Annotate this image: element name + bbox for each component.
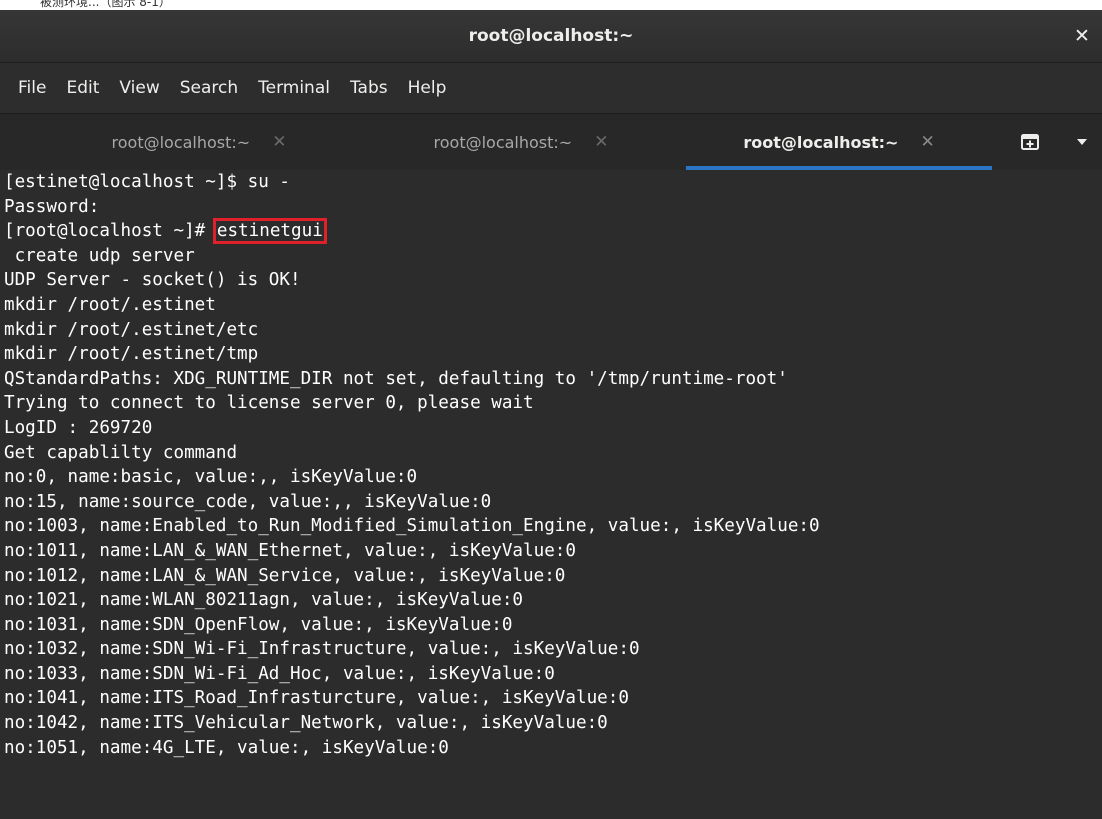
new-tab-button[interactable] [1010,114,1050,170]
terminal-line: UDP Server - socket() is OK! [4,270,301,291]
tab-label: root@localhost:~ [111,132,251,152]
tabs-menu-button[interactable] [1062,114,1102,170]
new-tab-icon [1021,134,1039,150]
terminal-line: no:1033, name:SDN_Wi-Fi_Ad_Hoc, value:, … [4,663,555,684]
menu-bar: File Edit View Search Terminal Tabs Help [0,63,1102,113]
terminal-line: mkdir /root/.estinet/tmp [4,344,259,365]
tab-3-active[interactable]: root@localhost:~ ✕ [676,114,1002,170]
terminal-line: Password: [4,196,100,217]
terminal-line: Get capablilty command [4,442,238,463]
tab-2[interactable]: root@localhost:~ ✕ [358,114,684,170]
tab-label: root@localhost:~ [743,132,899,152]
window-title: root@localhost:~ [468,26,634,46]
tab-bar: root@localhost:~ ✕ root@localhost:~ ✕ ro… [0,113,1102,170]
tab-close-icon[interactable]: ✕ [272,132,286,152]
terminal-line: no:1051, name:4G_LTE, value:, isKeyValue… [4,737,449,758]
menu-view[interactable]: View [109,63,169,113]
menu-tabs[interactable]: Tabs [340,63,398,113]
close-icon[interactable]: ✕ [1072,10,1092,63]
terminal-line: no:1012, name:LAN_&_WAN_Service, value:,… [4,565,566,586]
terminal-line: mkdir /root/.estinet/etc [4,319,259,340]
terminal-line: [estinet@localhost ~]$ su - [4,172,290,192]
tab-label: root@localhost:~ [433,132,573,152]
terminal-line: no:1011, name:LAN_&_WAN_Ethernet, value:… [4,540,576,561]
terminal-line: mkdir /root/.estinet [4,294,216,315]
terminal-line: no:1021, name:WLAN_80211agn, value:, isK… [4,590,524,611]
highlighted-command: estinetgui [212,218,327,245]
menu-help[interactable]: Help [398,63,457,113]
terminal-line: LogID : 269720 [4,417,153,438]
terminal-line: no:0, name:basic, value:,, isKeyValue:0 [4,467,418,488]
terminal-line: no:1003, name:Enabled_to_Run_Modified_Si… [4,516,820,537]
title-bar: root@localhost:~ ✕ [0,10,1102,63]
terminal-line: no:1032, name:SDN_Wi-Fi_Infrastructure, … [4,639,640,660]
terminal-output[interactable]: [estinet@localhost ~]$ su - Password: [r… [0,170,1102,819]
menu-search[interactable]: Search [170,63,248,113]
shell-prompt: [root@localhost ~]# [4,221,216,242]
terminal-line: [root@localhost ~]# estinetgui [4,218,1102,245]
menu-terminal[interactable]: Terminal [248,63,340,113]
terminal-line: no:15, name:source_code, value:,, isKeyV… [4,491,492,512]
terminal-line: Trying to connect to license server 0, p… [4,393,534,414]
terminal-line: no:1041, name:ITS_Road_Infrasturcture, v… [4,688,629,709]
tab-close-icon[interactable]: ✕ [594,132,608,152]
menu-file[interactable]: File [8,63,56,113]
menu-edit[interactable]: Edit [56,63,109,113]
document-caption-strip: 被测环境...（图示 8-1） [0,0,1102,10]
document-caption: 被测环境...（图示 8-1） [40,0,171,9]
terminal-line: no:1031, name:SDN_OpenFlow, value:, isKe… [4,614,513,635]
chevron-down-icon [1077,139,1087,145]
terminal-line: create udp server [4,245,195,266]
terminal-line: no:1042, name:ITS_Vehicular_Network, val… [4,713,608,734]
terminal-line: QStandardPaths: XDG_RUNTIME_DIR not set,… [4,368,788,389]
tab-1[interactable]: root@localhost:~ ✕ [36,114,362,170]
tab-close-icon[interactable]: ✕ [920,132,934,152]
